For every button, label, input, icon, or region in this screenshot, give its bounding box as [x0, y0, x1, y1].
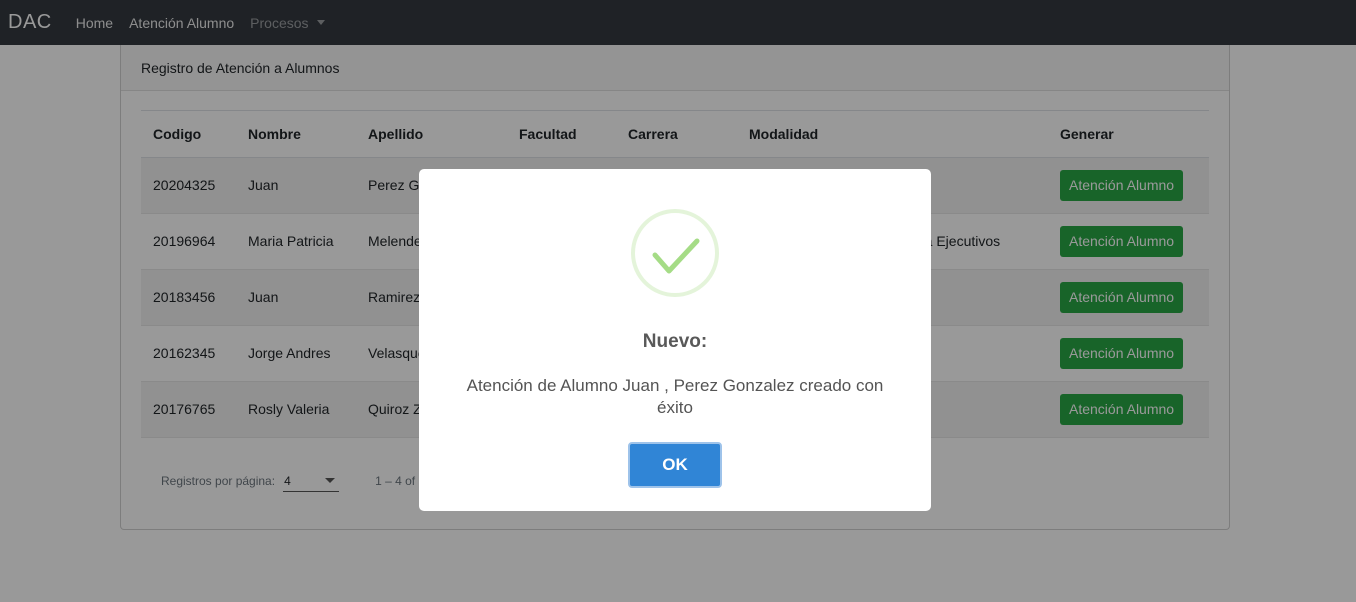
- success-check-icon: [631, 209, 719, 297]
- check-mark-icon: [652, 238, 700, 274]
- dialog-message: Atención de Alumno Juan , Perez Gonzalez…: [466, 376, 884, 417]
- dialog-title: Nuevo:: [642, 331, 708, 352]
- success-dialog: Nuevo: Atención de Alumno Juan , Perez G…: [419, 169, 931, 511]
- ok-button[interactable]: OK: [628, 442, 722, 488]
